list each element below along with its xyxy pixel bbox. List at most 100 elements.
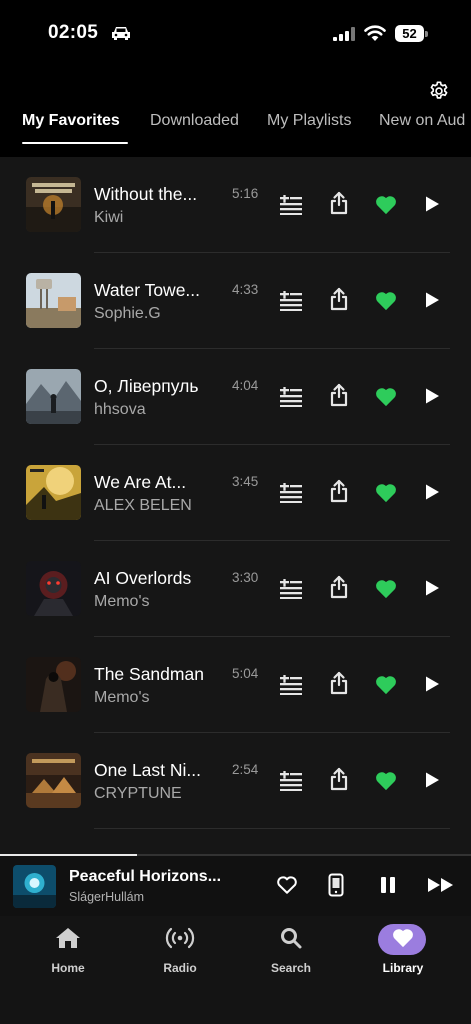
track-artist[interactable]: Sophie.G: [94, 305, 161, 323]
active-tab-indicator: [22, 142, 128, 144]
radio-icon: [165, 927, 195, 949]
playback-progress-fill: [0, 854, 137, 856]
now-playing-title: Peaceful Horizons...: [69, 868, 222, 885]
play-icon[interactable]: [424, 387, 440, 405]
status-bar: 02:05 52: [0, 0, 471, 70]
heart-outline-icon[interactable]: [276, 875, 298, 895]
track-artist[interactable]: Kiwi: [94, 209, 123, 227]
album-art: [26, 465, 81, 520]
track-title: We Are At...: [94, 472, 187, 492]
share-icon[interactable]: [329, 383, 349, 407]
track-artist[interactable]: Memo's: [94, 593, 150, 611]
track-title: AI Overlords: [94, 568, 192, 588]
row-divider: [94, 828, 450, 829]
album-art: [26, 273, 81, 328]
track-artist[interactable]: Memo's: [94, 689, 150, 707]
add-to-queue-icon[interactable]: [280, 771, 302, 791]
album-art: [26, 657, 81, 712]
share-icon[interactable]: [329, 671, 349, 695]
track-row[interactable]: О, Ліверпуль hhsova 4:04: [0, 349, 471, 445]
share-icon[interactable]: [329, 767, 349, 791]
favorite-heart-icon[interactable]: [375, 195, 397, 215]
battery-level: 52: [402, 26, 417, 41]
gear-icon[interactable]: [428, 80, 450, 102]
favorite-heart-icon[interactable]: [375, 483, 397, 503]
play-icon[interactable]: [424, 291, 440, 309]
play-icon[interactable]: [424, 579, 440, 597]
track-title: Without the...: [94, 184, 198, 204]
nav-radio[interactable]: Radio: [135, 916, 225, 986]
share-icon[interactable]: [329, 191, 349, 215]
tab-downloaded[interactable]: Downloaded: [150, 112, 239, 152]
nav-home[interactable]: Home: [23, 916, 113, 986]
track-title: Water Towe...: [94, 280, 201, 300]
track-duration: 2:54: [232, 762, 259, 777]
car-icon: [112, 27, 130, 40]
track-artist[interactable]: CRYPTUNE: [94, 785, 182, 803]
track-row[interactable]: Water Towe... Sophie.G 4:33: [0, 253, 471, 349]
track-row[interactable]: We Are At... ALEX BELEN 3:45: [0, 445, 471, 541]
track-duration: 4:04: [232, 378, 259, 393]
tab-my-playlists[interactable]: My Playlists: [267, 112, 351, 152]
track-artist[interactable]: ALEX BELEN: [94, 497, 192, 515]
add-to-queue-icon[interactable]: [280, 483, 302, 503]
tab-new-on-audius[interactable]: New on Aud: [379, 112, 465, 152]
add-to-queue-icon[interactable]: [280, 675, 302, 695]
share-icon[interactable]: [329, 575, 349, 599]
status-time: 02:05: [48, 22, 99, 43]
track-row[interactable]: The Sandman Memo's 5:04: [0, 637, 471, 733]
album-art: [26, 369, 81, 424]
playback-progress-track: [0, 854, 471, 856]
track-duration: 5:04: [232, 666, 259, 681]
next-track-icon[interactable]: [427, 877, 455, 893]
nav-library-label: Library: [382, 961, 424, 975]
track-duration: 5:16: [232, 186, 259, 201]
library-tabs: My Favorites Downloaded My Playlists New…: [0, 112, 471, 152]
album-art: [26, 561, 81, 616]
track-row[interactable]: Without the... Kiwi 5:16: [0, 157, 471, 253]
play-icon[interactable]: [424, 195, 440, 213]
nav-radio-label: Radio: [163, 961, 197, 975]
track-artist[interactable]: hhsova: [94, 401, 146, 419]
track-row[interactable]: AI Overlords Memo's 3:30: [0, 541, 471, 637]
add-to-queue-icon[interactable]: [280, 291, 302, 311]
favorite-heart-icon[interactable]: [375, 291, 397, 311]
play-icon[interactable]: [424, 675, 440, 693]
add-to-queue-icon[interactable]: [280, 579, 302, 599]
play-icon[interactable]: [424, 771, 440, 789]
album-art: [26, 753, 81, 808]
track-title: О, Ліверпуль: [94, 376, 199, 396]
nav-search-label: Search: [270, 961, 312, 975]
tab-my-favorites[interactable]: My Favorites: [22, 112, 120, 152]
favorite-heart-icon[interactable]: [375, 387, 397, 407]
track-duration: 3:30: [232, 570, 259, 585]
track-duration: 4:33: [232, 282, 259, 297]
play-icon[interactable]: [424, 483, 440, 501]
share-icon[interactable]: [329, 479, 349, 503]
track-title: The Sandman: [94, 664, 204, 684]
favorite-heart-icon[interactable]: [375, 579, 397, 599]
wifi-icon: [364, 25, 386, 41]
nav-home-label: Home: [51, 961, 85, 975]
now-playing-bar[interactable]: Peaceful Horizons... SlágerHullám: [0, 854, 471, 916]
album-art: [26, 177, 81, 232]
home-icon: [56, 928, 80, 948]
add-to-queue-icon[interactable]: [280, 195, 302, 215]
add-to-queue-icon[interactable]: [280, 387, 302, 407]
favorite-heart-icon[interactable]: [375, 675, 397, 695]
nav-search[interactable]: Search: [246, 916, 336, 986]
favorites-list: Without the... Kiwi 5:16 Water Towe... S…: [0, 157, 471, 854]
favorite-heart-icon[interactable]: [375, 771, 397, 791]
pause-icon[interactable]: [379, 876, 397, 894]
nav-library[interactable]: Library: [358, 916, 448, 986]
share-icon[interactable]: [329, 287, 349, 311]
device-icon[interactable]: [328, 873, 344, 897]
track-row[interactable]: One Last Ni... CRYPTUNE 2:54: [0, 733, 471, 829]
now-playing-artist: SlágerHullám: [69, 890, 145, 904]
search-icon: [281, 928, 302, 949]
track-title: One Last Ni...: [94, 760, 201, 780]
now-playing-art: [13, 865, 56, 908]
heart-icon: [393, 929, 413, 948]
bottom-nav: Home Radio Search Library: [0, 916, 471, 1024]
track-duration: 3:45: [232, 474, 259, 489]
